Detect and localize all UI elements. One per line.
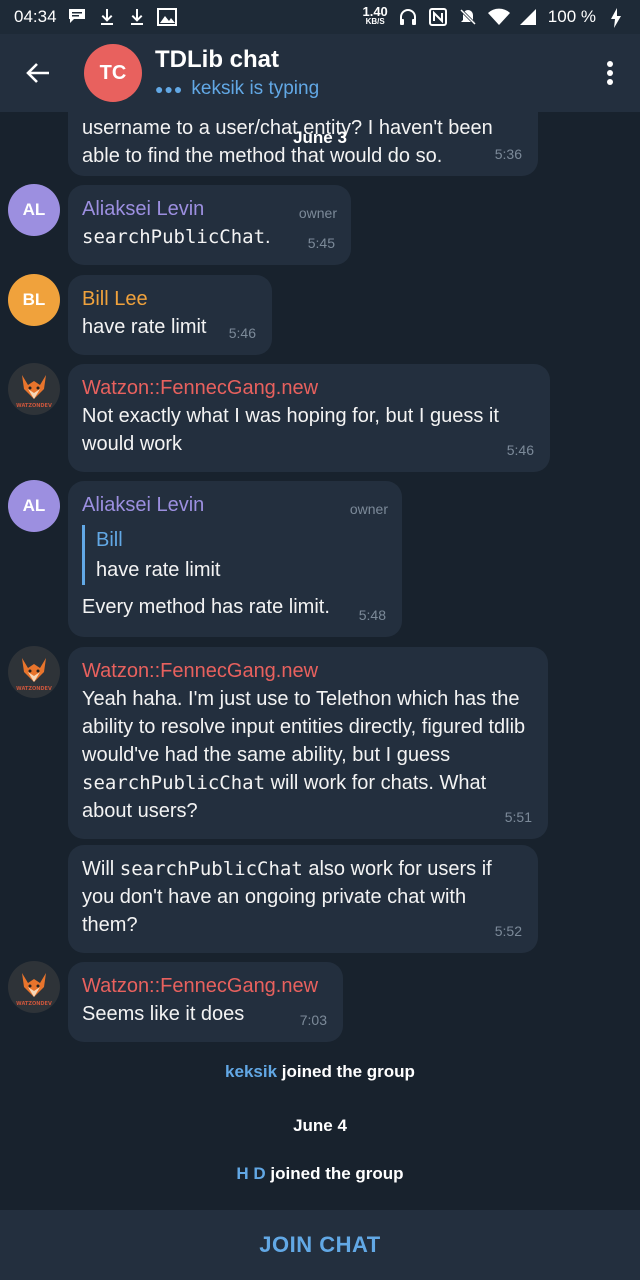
service-user-link[interactable]: keksik — [225, 1062, 277, 1081]
service-user-link[interactable]: H D — [236, 1164, 265, 1183]
gallery-icon — [156, 8, 177, 26]
avatar[interactable]: BL — [8, 274, 60, 326]
more-vertical-icon — [607, 61, 613, 85]
reply-author: Bill — [96, 529, 123, 551]
message-list[interactable]: username to a user/chat entity? I haven'… — [0, 112, 640, 1210]
message-bubble[interactable]: Watzon::FennecGang.new Yeah haha. I'm ju… — [68, 647, 548, 839]
owner-badge: owner — [349, 501, 388, 517]
chat-notification-icon — [67, 8, 87, 26]
message-time: 5:51 — [504, 809, 532, 825]
chat-title: TDLib chat — [155, 46, 279, 73]
status-time: 04:34 — [14, 7, 57, 26]
message-time: 5:52 — [494, 923, 522, 939]
fox-avatar[interactable]: WATZONDEV — [8, 363, 60, 415]
fox-avatar[interactable]: WATZONDEV — [8, 961, 60, 1013]
reply-quote[interactable]: Bill have rate limit — [82, 525, 388, 585]
message-bubble[interactable]: Aliaksei Levin owner Bill have rate limi… — [68, 481, 402, 637]
status-bar: 04:34 1.40 KB/S 100 % — [0, 0, 640, 34]
arrow-left-icon — [26, 63, 49, 83]
back-button[interactable] — [0, 34, 76, 112]
svg-text:WATZONDEV: WATZONDEV — [16, 686, 52, 692]
network-speed: 1.40 KB/S — [362, 4, 388, 26]
message-bubble[interactable]: Watzon::FennecGang.new Seems like it doe… — [68, 962, 343, 1042]
svg-text:WATZONDEV: WATZONDEV — [16, 1001, 52, 1007]
charging-icon — [606, 8, 626, 28]
more-menu-button[interactable] — [580, 34, 640, 112]
fox-logo-icon: WATZONDEV — [16, 658, 52, 692]
message-time: 5:45 — [307, 235, 335, 251]
message-text: Seems like it does — [82, 1003, 245, 1025]
message-time: 5:48 — [358, 607, 386, 623]
message-text: Will — [82, 858, 120, 880]
message-text: Not exactly what I was hoping for, but I… — [82, 405, 499, 455]
message-text: Every method has rate limit. — [82, 596, 330, 618]
mute-bell-icon — [458, 8, 478, 26]
message-code: searchPublicChat — [82, 772, 266, 794]
nfc-icon — [428, 8, 448, 26]
message-text: Yeah haha. I'm just use to Telethon whic… — [82, 688, 526, 766]
message-time: 5:46 — [228, 325, 256, 341]
reply-text: have rate limit — [96, 559, 221, 581]
fox-avatar[interactable]: WATZONDEV — [8, 646, 60, 698]
svg-text:WATZONDEV: WATZONDEV — [16, 403, 52, 409]
floating-date: June 3 — [293, 128, 347, 147]
join-chat-bar[interactable]: JOIN CHAT — [0, 1210, 640, 1280]
message-author[interactable]: Watzon::FennecGang.new — [82, 374, 536, 402]
message-author[interactable]: Bill Lee — [82, 285, 258, 313]
service-message: keksik joined the group — [225, 1062, 415, 1081]
headphones-icon — [398, 8, 418, 26]
chat-header: TC TDLib chat ●●● keksik is typing — [0, 34, 640, 112]
message-text: have rate limit — [82, 316, 207, 338]
download-icon — [127, 8, 147, 26]
message-code: searchPublicChat — [119, 858, 303, 880]
service-message: H D joined the group — [236, 1164, 404, 1183]
fox-logo-icon: WATZONDEV — [16, 375, 52, 409]
fox-logo-icon: WATZONDEV — [16, 973, 52, 1007]
chat-avatar[interactable]: TC — [84, 44, 142, 102]
signal-icon — [518, 8, 538, 26]
avatar[interactable]: AL — [8, 480, 60, 532]
owner-badge: owner — [298, 205, 337, 221]
message-author[interactable]: Watzon::FennecGang.new — [82, 972, 329, 1000]
message-author[interactable]: Watzon::FennecGang.new — [82, 657, 534, 685]
download-icon — [97, 8, 117, 26]
message-code: searchPublicChat — [82, 226, 266, 248]
message-time: 7:03 — [299, 1012, 327, 1028]
message-bubble[interactable]: Will searchPublicChat also work for user… — [68, 845, 538, 953]
message-time: 5:46 — [506, 442, 534, 458]
join-chat-button[interactable]: JOIN CHAT — [259, 1232, 380, 1258]
typing-status: keksik is typing — [191, 78, 320, 99]
message-author[interactable]: Aliaksei Levin — [82, 491, 388, 519]
avatar[interactable]: AL — [8, 184, 60, 236]
chat-title-block[interactable]: TDLib chat ●●● keksik is typing — [155, 46, 319, 100]
wifi-icon — [487, 8, 510, 26]
message-bubble[interactable]: Bill Lee have rate limit 5:46 — [68, 275, 272, 355]
date-separator: June 4 — [293, 1116, 347, 1135]
typing-indicator-icon: ●●● — [155, 81, 184, 97]
message-bubble[interactable]: Watzon::FennecGang.new Not exactly what … — [68, 364, 550, 472]
message-bubble[interactable]: Aliaksei Levin owner searchPublicChat. 5… — [68, 185, 351, 265]
battery-percent: 100 % — [547, 7, 596, 26]
